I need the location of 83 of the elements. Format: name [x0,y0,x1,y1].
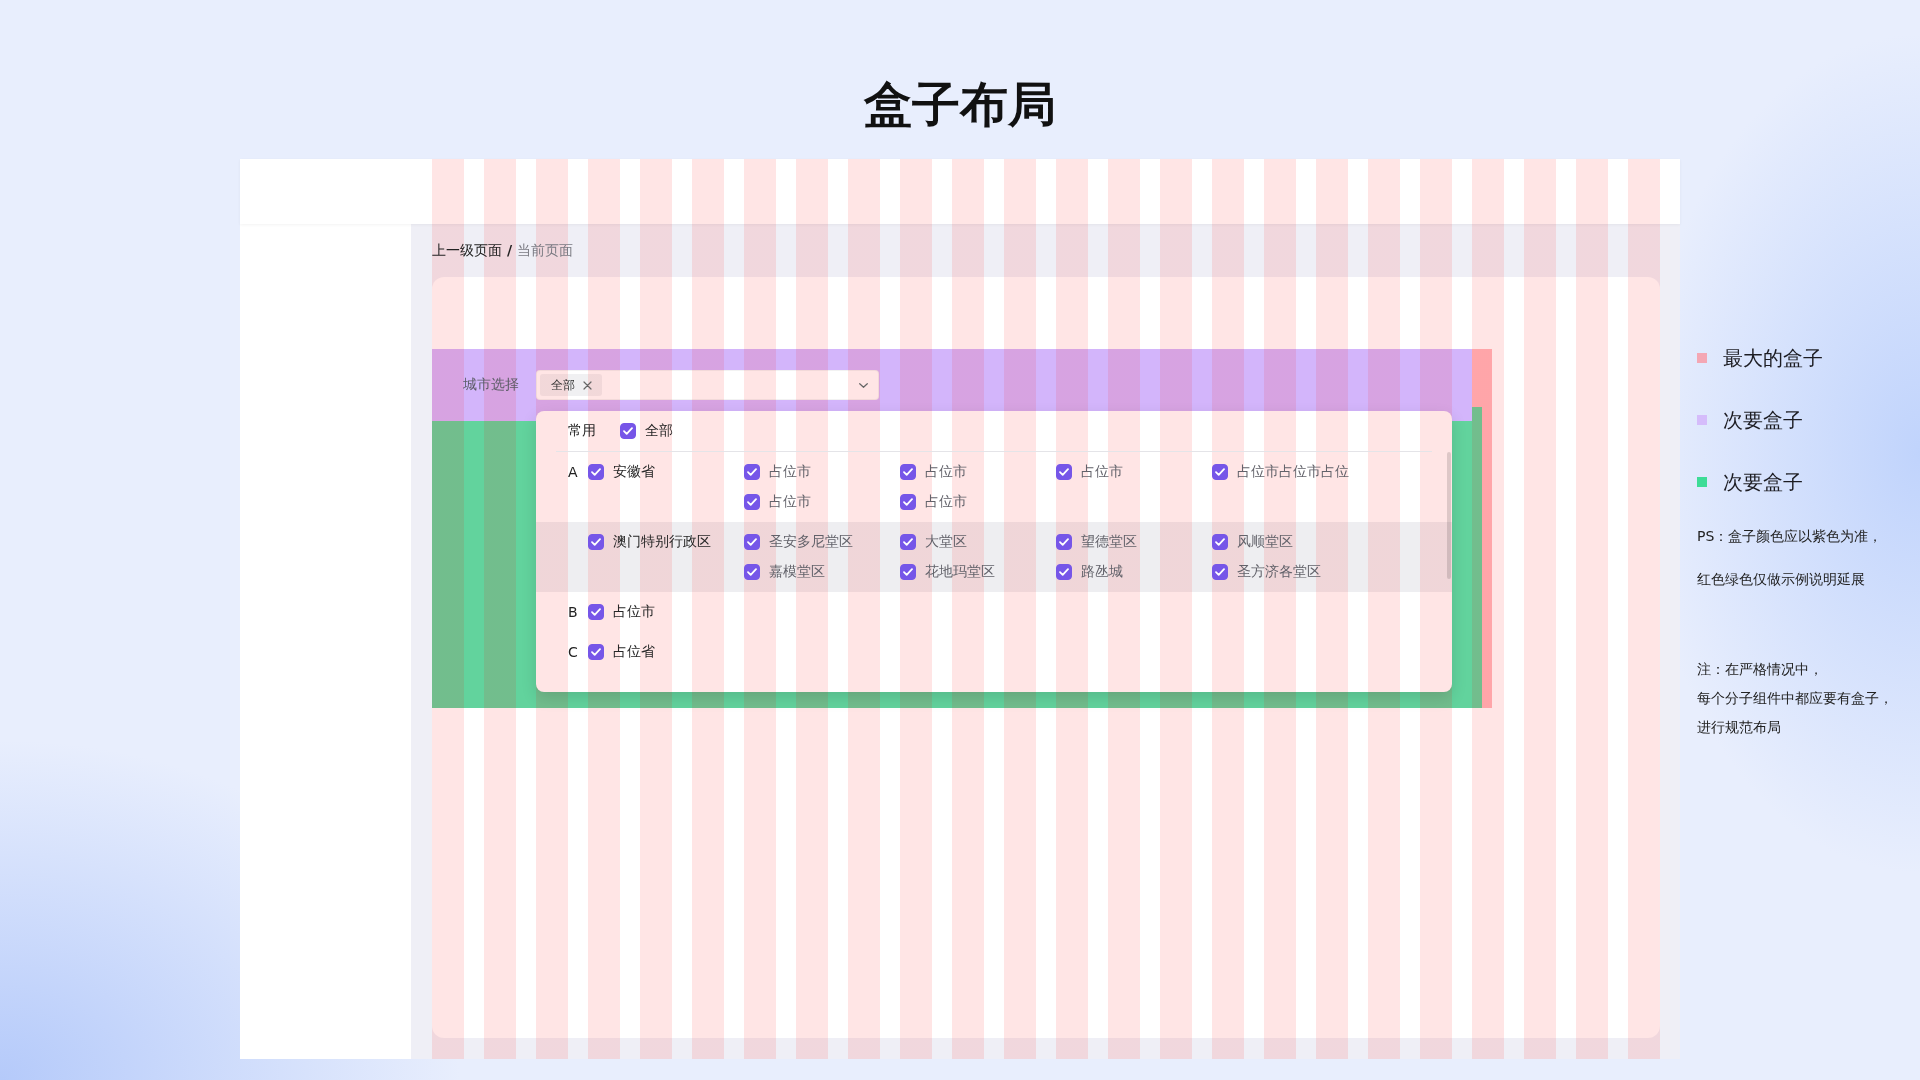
checkbox[interactable] [744,534,760,550]
check-icon [1059,568,1069,576]
checkbox[interactable] [620,423,636,439]
selected-tag[interactable]: 全部 [540,374,602,396]
province-row[interactable]: A 安徽省 占位市 占位市 占位市 占位市占位市占位 占位市 占位市 [536,452,1452,522]
checkbox[interactable] [588,534,604,550]
checkbox[interactable] [744,494,760,510]
checkbox[interactable] [588,604,604,620]
check-icon [747,498,757,506]
legend-label: 最大的盒子 [1723,346,1823,370]
check-icon [1215,468,1225,476]
breadcrumb-current: 当前页面 [517,241,574,260]
common-label: 常用 [568,422,597,440]
check-icon [1215,538,1225,546]
city-label: 望德堂区 [1081,533,1137,551]
breadcrumb-separator: / [507,241,513,260]
check-icon [1215,568,1225,576]
checkbox[interactable] [1056,564,1072,580]
check-icon [747,468,757,476]
city-label: 风顺堂区 [1237,533,1293,551]
note-text: PS：盒子颜色应以紫色为准， [1697,527,1883,546]
check-icon [591,538,601,546]
city-label: 占位市 [769,463,811,481]
city-label: 大堂区 [925,533,967,551]
city-label: 占位市 [769,493,811,511]
check-icon [591,608,601,616]
city-label: 路氹城 [1081,563,1123,581]
province-row[interactable]: B 占位市 [536,592,1452,632]
page-title: 盒子布局 [864,75,1056,133]
city-label: 嘉模堂区 [769,563,825,581]
group-letter: A [568,463,579,482]
check-icon [747,538,757,546]
province-label: 占位市 [613,603,655,621]
checkbox[interactable] [1056,464,1072,480]
check-icon [623,427,633,435]
checkbox[interactable] [588,464,604,480]
check-icon [591,468,601,476]
check-icon [903,568,913,576]
group-letter: C [568,643,579,662]
check-icon [1059,468,1069,476]
breadcrumb-link[interactable]: 上一级页面 [432,240,502,260]
check-icon [903,468,913,476]
province-row[interactable]: 澳门特别行政区 圣安多尼堂区 大堂区 望德堂区 风顺堂区 嘉模堂区 花地玛堂区 路氹城 圣方济各堂区 [536,522,1452,592]
close-icon[interactable] [583,380,592,390]
chevron-down-icon [859,382,868,388]
filter-label: 城市选择 [463,376,519,394]
checkbox[interactable] [1212,564,1228,580]
scrollbar-thumb[interactable] [1447,452,1451,579]
check-icon [1059,538,1069,546]
city-label: 占位市 [1081,463,1123,481]
group-letter: B [568,603,579,622]
province-row[interactable]: C 占位省 [536,632,1452,672]
check-icon [903,538,913,546]
checkbox[interactable] [900,494,916,510]
checkbox[interactable] [588,644,604,660]
option-label: 全部 [645,422,673,440]
city-label: 圣方济各堂区 [1237,563,1321,581]
checkbox[interactable] [900,464,916,480]
note-text: 进行规范布局 [1697,718,1781,737]
checkbox[interactable] [744,564,760,580]
checkbox[interactable] [900,534,916,550]
legend-label: 次要盒子 [1723,470,1803,494]
checkbox[interactable] [1212,534,1228,550]
checkbox[interactable] [744,464,760,480]
check-icon [591,648,601,656]
checkbox[interactable] [1056,534,1072,550]
legend-label: 次要盒子 [1723,408,1803,432]
province-label: 安徽省 [613,463,655,481]
city-label: 花地玛堂区 [925,563,995,581]
city-label: 占位市占位市占位 [1237,463,1349,481]
city-label: 占位市 [925,493,967,511]
check-icon [903,498,913,506]
check-icon [747,568,757,576]
province-label: 澳门特别行政区 [613,533,711,551]
province-label: 占位省 [613,643,655,661]
city-label: 圣安多尼堂区 [769,533,853,551]
note-text: 注：在严格情况中， [1697,660,1823,679]
city-select[interactable]: 全部 [536,370,879,400]
checkbox[interactable] [1212,464,1228,480]
city-label: 占位市 [925,463,967,481]
note-text: 红色绿色仅做示例说明延展 [1697,570,1865,589]
checkbox[interactable] [900,564,916,580]
note-text: 每个分子组件中都应要有盒子， [1697,689,1893,708]
